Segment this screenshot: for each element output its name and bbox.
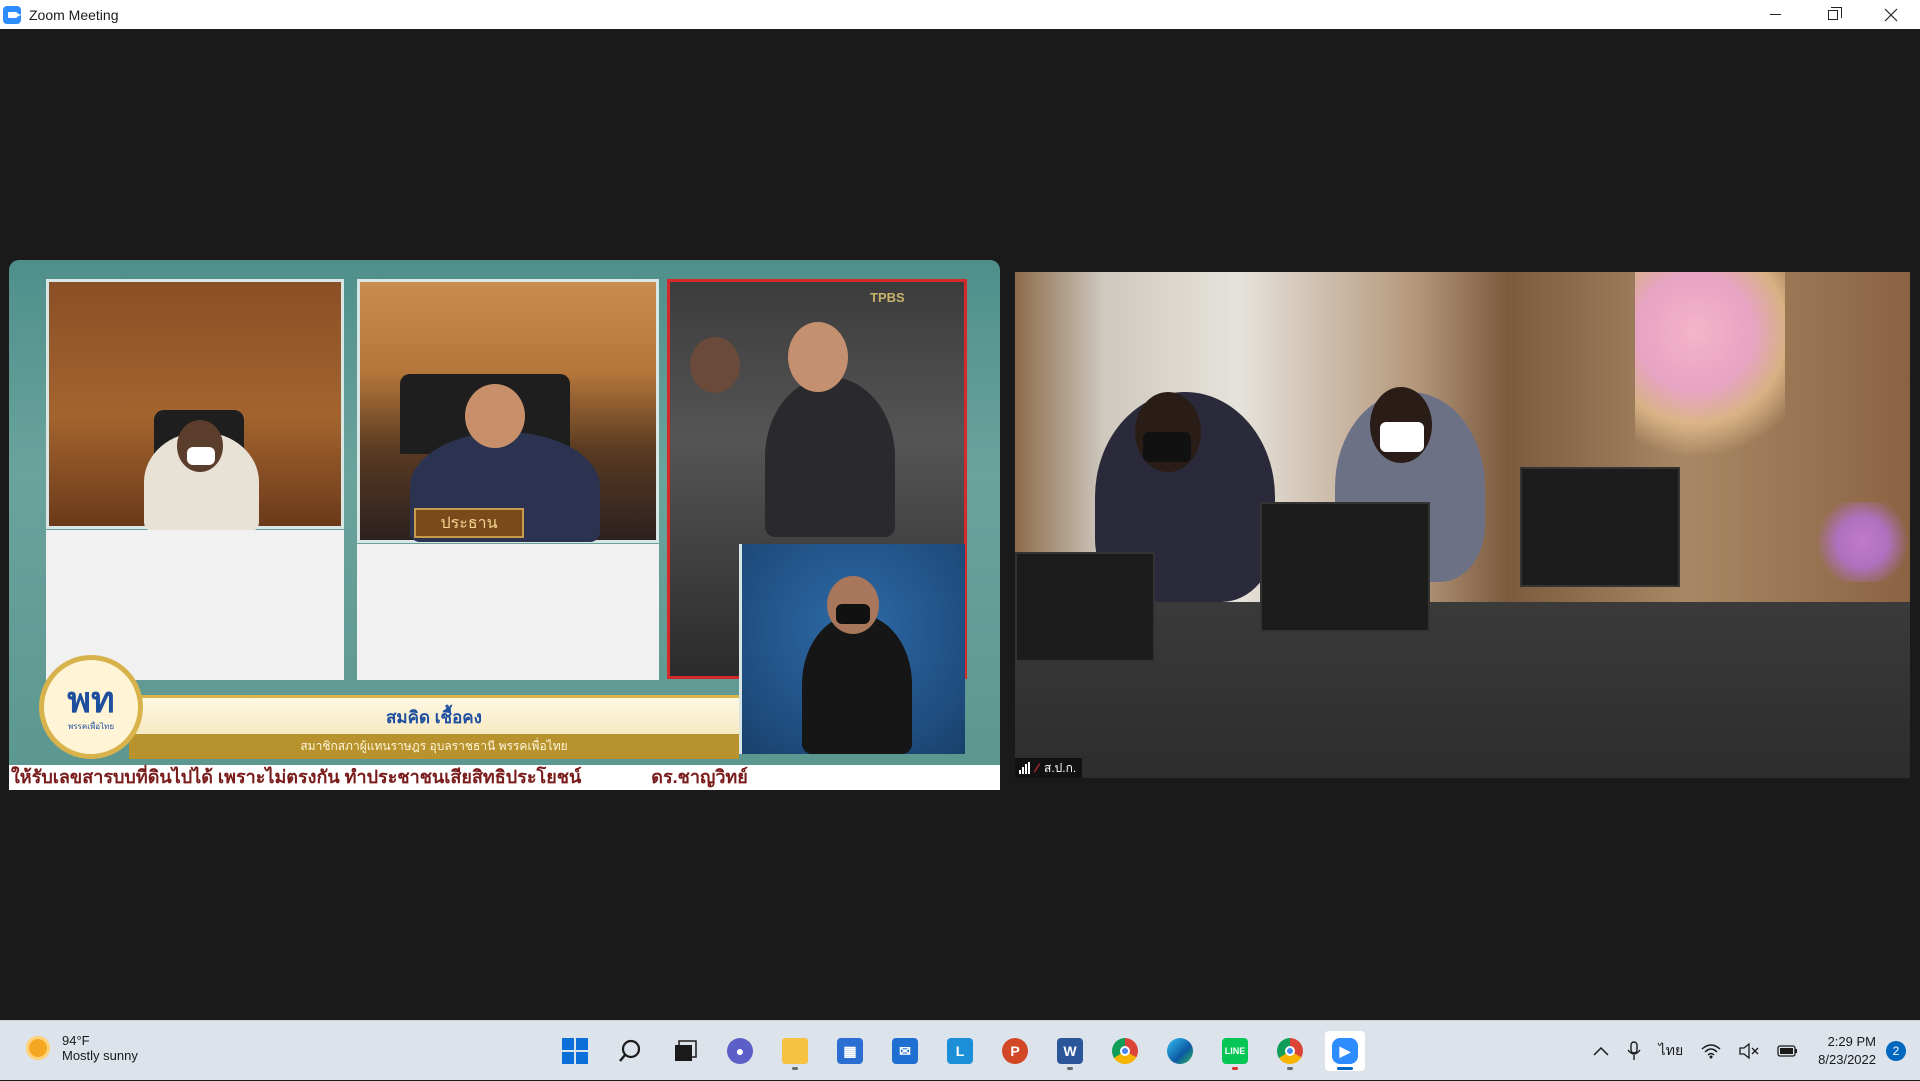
zoom-icon: ▶ (1332, 1038, 1358, 1064)
task-view-icon (675, 1040, 697, 1061)
weather-condition: Mostly sunny (62, 1048, 138, 1063)
participant-name-tag: ∕ ส.ป.ก. (1015, 758, 1083, 778)
video-tile-participant[interactable]: ∕ ส.ป.ก. (1015, 272, 1910, 778)
window-controls (1746, 0, 1920, 29)
show-hidden-icons-button[interactable] (1584, 1021, 1618, 1081)
sign-language-interpreter (739, 544, 965, 754)
file-explorer-button[interactable] (775, 1031, 815, 1071)
participant-name: ส.ป.ก. (1044, 760, 1077, 775)
mail-icon: ✉ (892, 1038, 918, 1064)
edge-icon (1167, 1038, 1193, 1064)
volume-muted-icon (1739, 1043, 1759, 1059)
broadcast-panel-left (46, 279, 344, 532)
wifi-icon (1701, 1044, 1721, 1059)
broadcast-panel-center (357, 279, 659, 543)
connection-signal-icon (1019, 762, 1030, 774)
weather-widget[interactable]: 94°F Mostly sunny (26, 1033, 138, 1063)
line-button[interactable]: LINE (1215, 1031, 1255, 1071)
powerpoint-icon: P (1002, 1038, 1028, 1064)
close-button[interactable] (1862, 0, 1920, 29)
chat-icon: ● (727, 1038, 753, 1064)
word-button[interactable]: W (1050, 1031, 1090, 1071)
line-icon: LINE (1222, 1038, 1248, 1064)
video-tile-broadcast[interactable]: ประธาน TPBS สมคิด เชื้อคง สมาชิกสภาผู้แท… (9, 260, 1000, 790)
powerpoint-button[interactable]: P (995, 1031, 1035, 1071)
title-bar: Zoom Meeting (0, 0, 1920, 29)
chrome-button[interactable] (1105, 1031, 1145, 1071)
task-view-button[interactable] (665, 1031, 705, 1071)
l-app-button[interactable]: L (940, 1031, 980, 1071)
wifi-button[interactable] (1692, 1021, 1730, 1081)
restore-button[interactable] (1804, 0, 1862, 29)
store-icon: ▦ (837, 1038, 863, 1064)
edge-button[interactable] (1160, 1031, 1200, 1071)
l-app-icon: L (947, 1038, 973, 1064)
word-icon: W (1057, 1038, 1083, 1064)
restore-icon (1828, 6, 1842, 20)
clock-time: 2:29 PM (1827, 1034, 1876, 1049)
speaker-name: สมคิด เชื้อคง (386, 708, 482, 727)
search-icon (619, 1039, 641, 1062)
speaker-lower-third: สมคิด เชื้อคง สมาชิกสภาผู้แทนราษฎร อุบลร… (129, 695, 739, 759)
window-title: Zoom Meeting (29, 6, 119, 23)
battery-button[interactable] (1768, 1021, 1808, 1081)
close-icon (1884, 8, 1898, 21)
clock[interactable]: 2:29 PM 8/23/2022 (1808, 1033, 1886, 1069)
news-ticker: ให้รับเลขสารบบที่ดินไปได้ เพราะไม่ตรงกัน… (9, 765, 1000, 790)
channel-badge: TPBS (870, 290, 905, 305)
windows-icon (562, 1038, 588, 1064)
zoom-app-icon (3, 5, 21, 24)
chrome-icon (1112, 1038, 1138, 1064)
clock-date: 8/23/2022 (1818, 1052, 1876, 1067)
minimize-icon (1769, 14, 1781, 15)
start-button[interactable] (555, 1031, 595, 1071)
chrome-icon (1277, 1038, 1303, 1064)
chrome-profile-button[interactable] (1270, 1031, 1310, 1071)
flower-arrangement (1635, 272, 1785, 472)
weather-temperature: 94°F (62, 1033, 90, 1048)
chevron-up-icon (1593, 1046, 1609, 1056)
store-button[interactable]: ▦ (830, 1031, 870, 1071)
sunny-weather-icon (26, 1036, 50, 1060)
taskbar-apps: ● ▦ ✉ L P W LINE ▶ (555, 1031, 1365, 1071)
volume-button[interactable] (1730, 1021, 1768, 1081)
zoom-button[interactable]: ▶ (1325, 1031, 1365, 1071)
mic-muted-icon: ∕ (1036, 761, 1039, 775)
microphone-icon (1627, 1041, 1641, 1060)
meeting-video-area: ประธาน TPBS สมคิด เชื้อคง สมาชิกสภาผู้แท… (0, 29, 1920, 1020)
speaker-role: สมาชิกสภาผู้แทนราษฎร อุบลราชธานี พรรคเพื… (129, 734, 739, 759)
chairman-nameplate: ประธาน (414, 508, 524, 538)
party-logo: พท พรรคเพื่อไทย (39, 655, 143, 759)
folder-icon (782, 1038, 808, 1064)
notification-badge[interactable]: 2 (1886, 1041, 1906, 1061)
search-button[interactable] (610, 1031, 650, 1071)
battery-charging-icon (1777, 1045, 1798, 1057)
microphone-button[interactable] (1618, 1021, 1650, 1081)
chat-button[interactable]: ● (720, 1031, 760, 1071)
taskbar: 94°F Mostly sunny ● ▦ ✉ L P W LINE ▶ ไทย… (0, 1020, 1920, 1080)
minimize-button[interactable] (1746, 0, 1804, 29)
system-tray: ไทย 2:29 PM 8/23/2022 2 (1584, 1021, 1920, 1081)
mail-button[interactable]: ✉ (885, 1031, 925, 1071)
input-language-button[interactable]: ไทย (1650, 1021, 1692, 1081)
